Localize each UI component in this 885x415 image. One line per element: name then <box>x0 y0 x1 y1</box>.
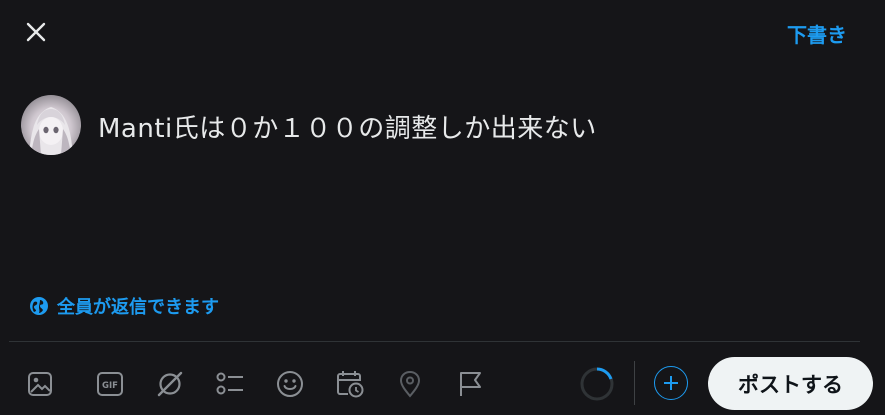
emoji-icon <box>277 371 303 397</box>
gif-button[interactable]: GIF <box>80 360 140 408</box>
composer-toolbar: GIF <box>20 360 500 408</box>
gif-label: GIF <box>102 381 118 391</box>
toolbar-separator <box>634 361 635 405</box>
location-icon <box>399 370 421 398</box>
emoji-button[interactable] <box>260 360 320 408</box>
plus-icon <box>664 376 678 390</box>
location-button[interactable] <box>380 360 440 408</box>
drafts-button[interactable]: 下書き <box>787 19 847 48</box>
poll-button[interactable] <box>200 360 260 408</box>
flag-icon <box>460 372 481 396</box>
media-button[interactable] <box>20 360 60 408</box>
gif-icon: GIF <box>97 372 123 396</box>
schedule-button[interactable] <box>320 360 380 408</box>
post-text-input[interactable]: Manti氏は０か１００の調整しか出来ない <box>98 108 597 145</box>
poll-icon <box>216 372 243 395</box>
reply-setting-label: 全員が返信できます <box>57 297 219 318</box>
character-count-progress <box>580 367 614 401</box>
avatar[interactable] <box>21 95 81 155</box>
globe-icon <box>30 297 48 315</box>
post-button[interactable]: ポストする <box>708 357 873 410</box>
close-icon <box>26 22 46 42</box>
image-icon <box>28 372 52 396</box>
flag-button[interactable] <box>440 360 500 408</box>
grok-button[interactable] <box>140 360 200 408</box>
grok-icon <box>157 371 183 397</box>
schedule-icon <box>337 371 364 398</box>
add-post-button[interactable] <box>654 366 688 400</box>
close-button[interactable] <box>16 12 56 52</box>
divider <box>9 341 860 342</box>
reply-setting-button[interactable]: 全員が返信できます <box>29 293 219 319</box>
